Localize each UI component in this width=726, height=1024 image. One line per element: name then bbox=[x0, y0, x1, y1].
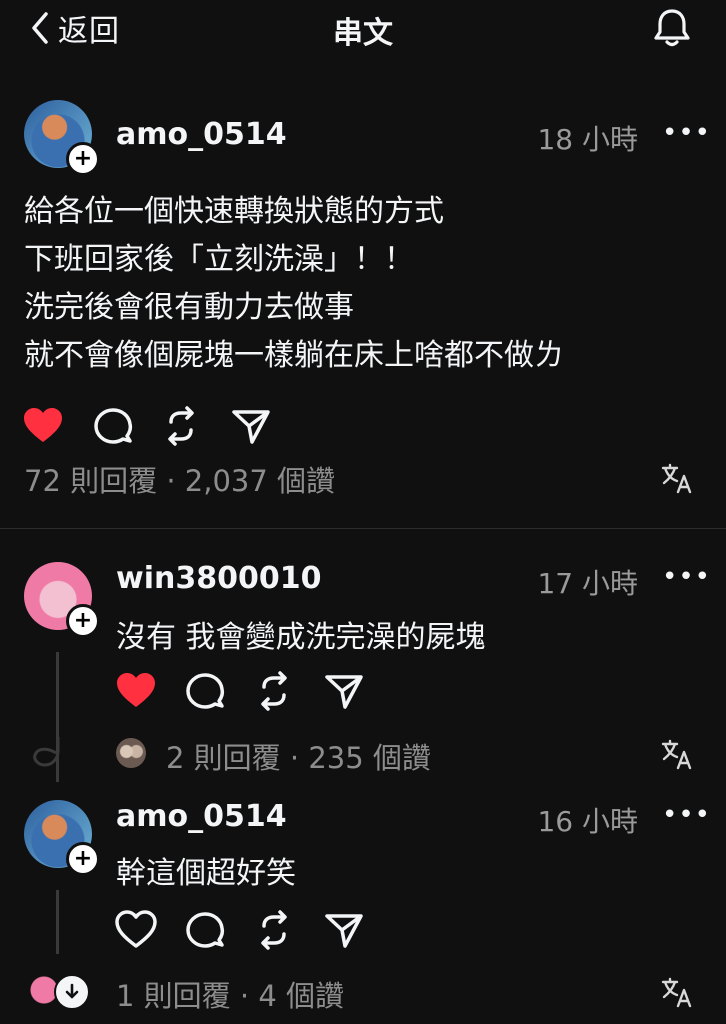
comment-icon[interactable] bbox=[183, 908, 227, 952]
share-icon[interactable] bbox=[229, 404, 273, 448]
heart-icon[interactable] bbox=[21, 404, 65, 448]
repost-icon[interactable] bbox=[159, 404, 203, 448]
more-icon[interactable]: ••• bbox=[662, 800, 711, 830]
share-icon[interactable] bbox=[322, 669, 366, 713]
follow-plus-icon[interactable]: + bbox=[66, 842, 100, 876]
more-icon[interactable]: ••• bbox=[662, 118, 711, 148]
more-replies-icon[interactable] bbox=[54, 974, 90, 1010]
heart-icon[interactable] bbox=[114, 908, 158, 952]
share-icon[interactable] bbox=[322, 908, 366, 952]
post-body: 給各位一個快速轉換狀態的方式 下班回家後「立刻洗澡」！！ 洗完後會很有動力去做事… bbox=[24, 188, 564, 380]
translate-icon[interactable] bbox=[661, 462, 693, 494]
thread-line bbox=[56, 890, 59, 954]
post-timestamp: 18 小時 bbox=[537, 123, 638, 156]
bell-icon[interactable] bbox=[650, 6, 694, 50]
reply-timestamp: 17 小時 bbox=[537, 567, 638, 600]
page-title: 串文 bbox=[333, 16, 393, 51]
post-stats[interactable]: 72 則回覆 · 2,037 個讚 bbox=[24, 458, 335, 500]
reply-username[interactable]: amo_0514 bbox=[116, 799, 287, 834]
translate-icon[interactable] bbox=[661, 976, 693, 1008]
divider bbox=[0, 528, 726, 529]
translate-icon[interactable] bbox=[661, 738, 693, 770]
repost-icon[interactable] bbox=[252, 669, 296, 713]
follow-plus-icon[interactable]: + bbox=[66, 604, 100, 638]
top-bar: 返回 串文 bbox=[0, 0, 726, 56]
thread-loop-icon bbox=[33, 737, 60, 767]
reply-text: 沒有 我會變成洗完澡的屍塊 bbox=[116, 620, 486, 655]
comment-icon[interactable] bbox=[91, 404, 135, 448]
replier-avatar bbox=[116, 738, 146, 768]
post-line: 洗完後會很有動力去做事 bbox=[24, 290, 354, 325]
post-line: 下班回家後「立刻洗澡」！！ bbox=[24, 242, 414, 277]
reply-stats[interactable]: 1 則回覆 · 4 個讚 bbox=[116, 973, 344, 1015]
comment-icon[interactable] bbox=[183, 669, 227, 713]
follow-plus-icon[interactable]: + bbox=[66, 142, 100, 176]
reply-timestamp: 16 小時 bbox=[537, 805, 638, 838]
post-username[interactable]: amo_0514 bbox=[116, 117, 287, 152]
post-line: 就不會像個屍塊一樣躺在床上啥都不做ㄌ bbox=[24, 338, 564, 373]
reply-username[interactable]: win3800010 bbox=[116, 561, 321, 596]
reply-stats[interactable]: 2 則回覆 · 235 個讚 bbox=[166, 735, 431, 777]
heart-icon[interactable] bbox=[114, 669, 158, 713]
post-line: 給各位一個快速轉換狀態的方式 bbox=[24, 194, 444, 229]
repost-icon[interactable] bbox=[252, 908, 296, 952]
more-icon[interactable]: ••• bbox=[662, 562, 711, 592]
reply-text: 幹這個超好笑 bbox=[116, 856, 296, 891]
